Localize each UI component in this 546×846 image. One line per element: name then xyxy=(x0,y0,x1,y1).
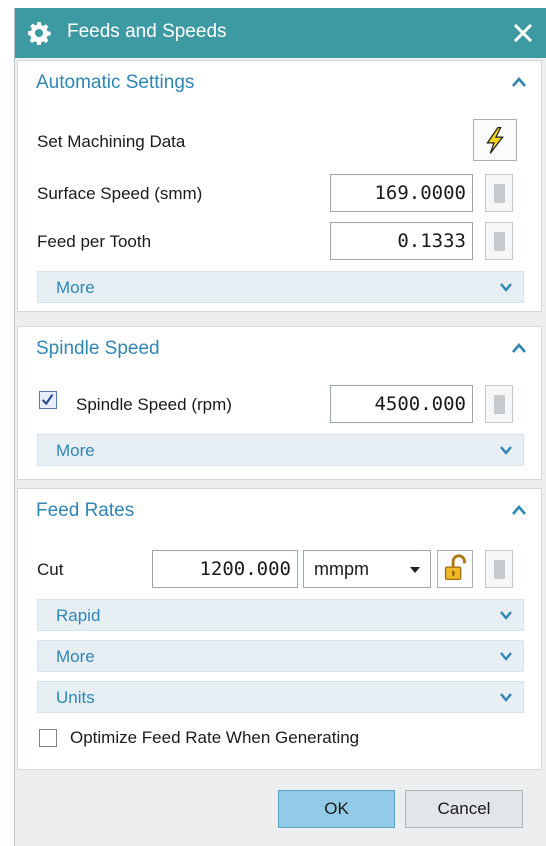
cut-feed-input[interactable]: 1200.000 xyxy=(152,550,298,588)
automatic-settings-title: Automatic Settings xyxy=(36,72,195,93)
chevron-down-icon xyxy=(500,611,512,620)
chevron-down-icon xyxy=(500,693,512,702)
cut-feed-lock-button[interactable] xyxy=(485,550,513,588)
chevron-up-icon xyxy=(512,343,526,353)
lock-placeholder-icon xyxy=(494,395,505,414)
feeds-and-speeds-dialog: Feeds and Speeds Automatic Settings Set … xyxy=(14,8,546,846)
feed-rates-header[interactable]: Feed Rates xyxy=(18,489,541,533)
feed-per-tooth-label: Feed per Tooth xyxy=(37,232,152,251)
surface-speed-lock-button[interactable] xyxy=(485,174,513,212)
spindle-speed-input[interactable]: 4500.000 xyxy=(330,385,473,423)
more-label: More xyxy=(56,278,95,297)
dialog-title: Feeds and Speeds xyxy=(67,21,227,42)
feed-rates-section: Feed Rates Cut 1200.000 mmpm Rapid More … xyxy=(17,488,542,770)
spindle-speed-header[interactable]: Spindle Speed xyxy=(18,327,541,371)
close-icon[interactable] xyxy=(509,19,537,47)
lock-placeholder-icon xyxy=(494,560,505,579)
chevron-down-icon xyxy=(500,652,512,661)
cancel-button[interactable]: Cancel xyxy=(405,790,523,828)
lock-placeholder-icon xyxy=(494,184,505,203)
ok-button[interactable]: OK xyxy=(278,790,395,828)
automatic-settings-section: Automatic Settings Set Machining Data Su… xyxy=(17,60,542,312)
unlock-icon xyxy=(444,554,466,581)
spindle-speed-checkbox[interactable] xyxy=(39,391,57,409)
rapid-toggle[interactable]: Rapid xyxy=(37,599,524,631)
surface-speed-label: Surface Speed (smm) xyxy=(37,184,203,203)
dialog-titlebar[interactable]: Feeds and Speeds xyxy=(15,8,546,58)
feed-rates-title: Feed Rates xyxy=(36,500,135,521)
more-label: More xyxy=(56,647,95,666)
chevron-up-icon xyxy=(512,505,526,515)
units-toggle[interactable]: Units xyxy=(37,681,524,713)
lightning-icon xyxy=(486,127,504,154)
cut-lock-toggle[interactable] xyxy=(437,550,473,588)
dropdown-arrow-icon xyxy=(410,567,420,573)
chevron-down-icon xyxy=(500,446,512,455)
cut-unit-dropdown[interactable]: mmpm xyxy=(303,550,431,588)
units-label: Units xyxy=(56,688,95,707)
feed-per-tooth-lock-button[interactable] xyxy=(485,222,513,260)
optimize-feed-rate-checkbox[interactable] xyxy=(39,729,57,747)
set-machining-data-label: Set Machining Data xyxy=(37,132,186,151)
rapid-label: Rapid xyxy=(56,606,101,625)
chevron-down-icon xyxy=(500,283,512,292)
cut-unit-value: mmpm xyxy=(314,559,369,579)
automatic-settings-header[interactable]: Automatic Settings xyxy=(18,61,541,105)
gear-icon xyxy=(28,22,51,45)
spindle-speed-label: Spindle Speed (rpm) xyxy=(76,395,232,414)
spindle-speed-title: Spindle Speed xyxy=(36,338,160,359)
feed-rates-more-toggle[interactable]: More xyxy=(37,640,524,672)
more-label: More xyxy=(56,441,95,460)
feed-per-tooth-input[interactable]: 0.1333 xyxy=(330,222,473,260)
lock-placeholder-icon xyxy=(494,232,505,251)
spindle-speed-section: Spindle Speed Spindle Speed (rpm) 4500.0… xyxy=(17,326,542,480)
optimize-feed-rate-label: Optimize Feed Rate When Generating xyxy=(70,728,360,747)
surface-speed-input[interactable]: 169.0000 xyxy=(330,174,473,212)
spindle-speed-lock-button[interactable] xyxy=(485,385,513,423)
checkmark-icon xyxy=(41,394,54,406)
automatic-settings-more-toggle[interactable]: More xyxy=(37,271,524,303)
set-machining-data-button[interactable] xyxy=(473,119,517,161)
cut-label: Cut xyxy=(37,560,64,579)
spindle-speed-more-toggle[interactable]: More xyxy=(37,434,524,466)
chevron-up-icon xyxy=(512,77,526,87)
